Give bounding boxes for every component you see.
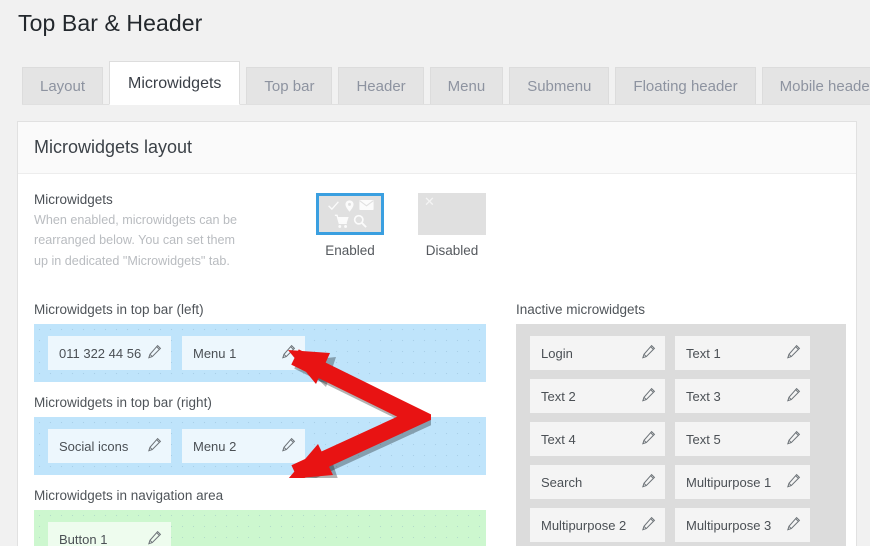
card-header: Microwidgets layout xyxy=(18,122,856,174)
microwidget-item[interactable]: 011 322 44 56 xyxy=(48,336,171,371)
microwidget-label: Text 1 xyxy=(686,345,721,361)
drop-zone-top-bar-right[interactable]: Social icons Menu 2 xyxy=(34,417,486,476)
card-header-title: Microwidgets layout xyxy=(34,137,193,157)
microwidget-label: Text 3 xyxy=(686,388,721,404)
pencil-icon[interactable] xyxy=(641,430,656,448)
drag-drop-columns: Microwidgets in top bar (left) 011 322 44… xyxy=(18,302,856,546)
inactive-microwidget-item[interactable]: Multipurpose 3 xyxy=(675,508,810,543)
microwidget-label: Social icons xyxy=(59,438,129,454)
tab-bar: Layout Microwidgets Top bar Header Menu Subme… xyxy=(22,61,870,105)
zone-label-top-bar-left: Microwidgets in top bar (left) xyxy=(34,302,204,318)
pencil-icon[interactable] xyxy=(281,344,296,362)
microwidget-label: Menu 2 xyxy=(193,438,237,454)
choice-thumbnail[interactable] xyxy=(316,193,384,235)
inactive-microwidget-item[interactable]: Text 5 xyxy=(675,422,810,457)
inactive-microwidget-item[interactable]: Login xyxy=(530,336,665,371)
microwidget-label: Text 2 xyxy=(541,388,576,404)
inactive-microwidget-item[interactable]: Text 3 xyxy=(675,379,810,414)
microwidgets-toggle-row: Microwidgets When enabled, microwidgets … xyxy=(18,174,856,271)
microwidget-item[interactable]: Menu 2 xyxy=(182,429,305,464)
tab-floating-header[interactable]: Floating header xyxy=(615,67,756,105)
pencil-icon[interactable] xyxy=(147,530,162,546)
option-text-block: Microwidgets When enabled, microwidgets … xyxy=(34,192,284,271)
thumbnail-icon-set xyxy=(319,196,381,232)
pencil-icon[interactable] xyxy=(641,387,656,405)
option-description: When enabled, microwidgets can be rearra… xyxy=(34,213,238,268)
card-body: Microwidgets When enabled, microwidgets … xyxy=(18,174,856,546)
cart-icon xyxy=(334,214,349,228)
pencil-icon[interactable] xyxy=(281,437,296,455)
pencil-icon[interactable] xyxy=(641,344,656,362)
zone-label-navigation-area: Microwidgets in navigation area xyxy=(34,488,224,504)
inactive-microwidget-item[interactable]: Text 2 xyxy=(530,379,665,414)
drop-zone-top-bar-left[interactable]: 011 322 44 56 Menu 1 xyxy=(34,324,486,383)
tab-mobile-header[interactable]: Mobile header xyxy=(761,67,870,105)
inactive-microwidget-item[interactable]: Text 4 xyxy=(530,422,665,457)
pencil-icon[interactable] xyxy=(641,473,656,491)
microwidget-label: Text 5 xyxy=(686,431,721,447)
choice-label: Disabled xyxy=(425,243,479,258)
app-root: Top Bar & Header Layout Microwidgets Top b… xyxy=(0,0,870,546)
pencil-icon[interactable] xyxy=(786,430,801,448)
microwidget-label: Login xyxy=(541,345,573,361)
inactive-microwidget-item[interactable]: Multipurpose 1 xyxy=(675,465,810,500)
microwidget-item[interactable]: Menu 1 xyxy=(182,336,305,371)
pencil-icon[interactable] xyxy=(786,516,801,534)
pencil-icon[interactable] xyxy=(147,344,162,362)
microwidget-label: Menu 1 xyxy=(193,345,237,361)
envelope-icon xyxy=(358,200,374,210)
page-title: Top Bar & Header xyxy=(18,10,203,36)
tab-layout[interactable]: Layout xyxy=(22,67,104,105)
pencil-icon[interactable] xyxy=(786,344,801,362)
pencil-icon[interactable] xyxy=(786,387,801,405)
choice-label: Enabled xyxy=(325,243,375,258)
microwidgets-layout-card: Microwidgets layout Microwidgets When en… xyxy=(17,121,857,546)
tab-top-bar[interactable]: Top bar xyxy=(246,67,333,105)
microwidget-label: Multipurpose 2 xyxy=(541,517,627,533)
pencil-icon[interactable] xyxy=(147,437,162,455)
choice-enabled[interactable]: Enabled xyxy=(299,193,401,271)
option-label: Microwidgets xyxy=(34,192,113,207)
zone-label-top-bar-right: Microwidgets in top bar (right) xyxy=(34,395,212,411)
x-icon: ✕ xyxy=(424,194,435,209)
magnifier-icon xyxy=(353,214,367,228)
active-zones-column: Microwidgets in top bar (left) 011 322 44… xyxy=(34,302,486,546)
inactive-column: Inactive microwidgets Login Text 1 Text 2 T… xyxy=(516,302,846,546)
tab-microwidgets[interactable]: Microwidgets xyxy=(109,61,241,105)
microwidget-label: Multipurpose 1 xyxy=(686,474,772,490)
microwidget-label: Text 4 xyxy=(541,431,576,447)
inactive-microwidget-item[interactable]: Multipurpose 2 xyxy=(530,508,665,543)
tab-header[interactable]: Header xyxy=(338,67,424,105)
inactive-microwidget-item[interactable]: Text 1 xyxy=(675,336,810,371)
microwidget-item[interactable]: Button 1 xyxy=(48,522,171,546)
microwidget-label: Multipurpose 3 xyxy=(686,517,772,533)
tab-submenu[interactable]: Submenu xyxy=(509,67,610,105)
inactive-microwidgets-panel[interactable]: Login Text 1 Text 2 Text 3 Text 4 Text 5 Searc… xyxy=(516,324,846,546)
choice-thumbnail[interactable]: ✕ xyxy=(418,193,486,235)
option-choices: Enabled ✕ Disabled xyxy=(299,192,503,271)
map-pin-icon xyxy=(344,200,354,212)
microwidget-item[interactable]: Social icons xyxy=(48,429,171,464)
microwidget-label: Search xyxy=(541,474,583,490)
drop-zone-navigation-area[interactable]: Button 1 xyxy=(34,510,486,546)
microwidget-label: Button 1 xyxy=(59,531,108,546)
pencil-icon[interactable] xyxy=(641,516,656,534)
inactive-panel-label: Inactive microwidgets xyxy=(516,302,646,318)
check-icon xyxy=(327,201,339,211)
pencil-icon[interactable] xyxy=(786,473,801,491)
inactive-microwidget-item[interactable]: Search xyxy=(530,465,665,500)
choice-disabled[interactable]: ✕ Disabled xyxy=(401,193,503,271)
tab-menu[interactable]: Menu xyxy=(429,67,504,105)
microwidget-label: 011 322 44 56 xyxy=(59,345,141,361)
